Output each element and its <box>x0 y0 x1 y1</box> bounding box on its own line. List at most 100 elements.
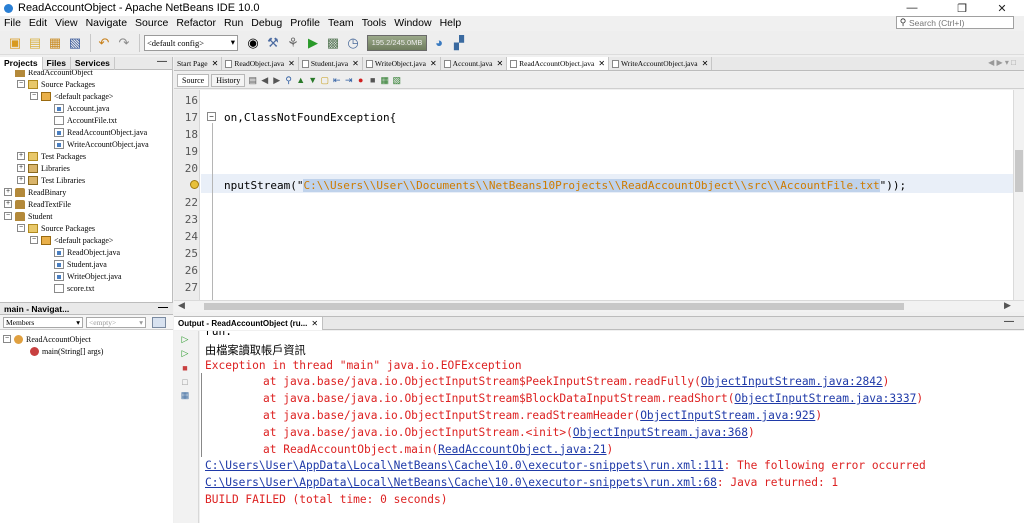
menu-edit[interactable]: Edit <box>25 17 51 29</box>
redo-icon[interactable]: ↷ <box>115 34 133 52</box>
rerun-icon[interactable]: ▷ <box>179 334 191 345</box>
menu-file[interactable]: File <box>0 17 25 29</box>
code-editor[interactable]: − 16 17 on,ClassNotFoundException{18 19 20 np… <box>174 90 1013 300</box>
tab-files[interactable]: Files <box>43 56 71 70</box>
debug-project-icon[interactable]: ▩ <box>324 34 342 52</box>
close-icon[interactable]: ✕ <box>288 59 295 68</box>
menu-window[interactable]: Window <box>390 17 435 29</box>
menu-view[interactable]: View <box>51 17 82 29</box>
scroll-right-icon[interactable]: ▶ <box>1004 300 1011 311</box>
stop-macro-icon[interactable]: ■ <box>367 75 378 86</box>
rerun-options-icon[interactable]: ▷ <box>179 348 191 359</box>
collapse-toggle[interactable]: − <box>17 224 25 232</box>
editor-horizontal-scrollbar[interactable]: ◀ ▶ <box>174 300 1024 312</box>
profile-project-icon[interactable]: ◷ <box>344 34 362 52</box>
close-icon[interactable]: ✕ <box>212 59 219 68</box>
collapse-toggle[interactable]: − <box>4 212 12 220</box>
expand-toggle[interactable]: + <box>17 152 25 160</box>
close-icon[interactable]: ✕ <box>598 59 605 68</box>
undo-icon[interactable]: ↶ <box>95 34 113 52</box>
last-edit-icon[interactable]: ▤ <box>247 75 258 86</box>
clean-build-icon[interactable]: ⚘ <box>284 34 302 52</box>
config-settings-icon[interactable]: ◉ <box>244 34 262 52</box>
minimize-button[interactable]: — <box>890 0 934 16</box>
minimize-navigator-icon[interactable]: — <box>158 302 168 313</box>
navigator-method-item[interactable]: main(String[] args) <box>30 345 103 357</box>
tree-item[interactable]: Student.java <box>43 258 107 270</box>
output-source-link[interactable]: ObjectInputStream.java:925 <box>640 409 815 422</box>
menu-profile[interactable]: Profile <box>286 17 324 29</box>
config-select[interactable]: <default config> ▾ <box>144 34 238 51</box>
tree-item[interactable]: + Test Libraries <box>17 174 85 186</box>
output-source-link[interactable]: ObjectInputStream.java:368 <box>573 426 748 439</box>
editor-tab[interactable]: Start Page ✕ <box>174 57 223 70</box>
tree-item[interactable]: ReadObject.java <box>43 246 120 258</box>
shift-right-icon[interactable]: ⇥ <box>343 75 354 86</box>
build-hammer-icon[interactable]: ⚒ <box>264 34 282 52</box>
tree-item[interactable]: WriteAccountObject.java <box>43 138 149 150</box>
expand-toggle[interactable]: + <box>4 188 12 196</box>
navigator-scope-select[interactable]: <empty> ▾ <box>86 316 146 328</box>
search-input[interactable] <box>909 17 1005 28</box>
tree-item[interactable]: score.txt <box>43 282 94 294</box>
tab-source[interactable]: Source <box>177 73 210 87</box>
menu-run[interactable]: Run <box>220 17 247 29</box>
output-source-link[interactable]: C:\Users\User\AppData\Local\NetBeans\Cac… <box>205 459 724 472</box>
tree-item[interactable]: − Student <box>4 210 52 222</box>
editor-tab[interactable]: ReadObject.java ✕ <box>222 57 299 70</box>
menu-help[interactable]: Help <box>436 17 466 29</box>
toggle-highlight-icon[interactable]: ▢ <box>319 75 330 86</box>
close-icon[interactable]: ✕ <box>430 59 437 68</box>
tree-item[interactable]: ReadAccountObject.java <box>43 126 147 138</box>
output-settings-icon[interactable]: ▦ <box>179 390 191 401</box>
new-project-icon[interactable]: ▣ <box>6 34 24 52</box>
tab-services[interactable]: Services <box>71 56 115 70</box>
tab-history[interactable]: History <box>211 73 246 87</box>
forward-icon[interactable]: ▶ <box>271 75 282 86</box>
menu-tools[interactable]: Tools <box>358 17 391 29</box>
tree-item[interactable]: WriteObject.java <box>43 270 122 282</box>
expand-toggle[interactable]: + <box>17 176 25 184</box>
editor-tab[interactable]: ReadAccountObject.java ✕ <box>507 57 610 70</box>
memory-gauge[interactable]: 195.2/245.0MB <box>367 34 427 51</box>
stop-icon[interactable]: ■ <box>179 362 191 373</box>
close-icon[interactable]: ✕ <box>311 319 318 328</box>
run-project-icon[interactable]: ▶ <box>304 34 322 52</box>
editor-vertical-scrollbar[interactable] <box>1013 90 1024 300</box>
menu-refactor[interactable]: Refactor <box>172 17 220 29</box>
minimize-output-icon[interactable]: — <box>1004 316 1014 327</box>
open-project-icon[interactable]: ▦ <box>46 34 64 52</box>
clear-output-icon[interactable]: □ <box>179 376 191 387</box>
minimize-panel-icon[interactable]: — <box>157 56 167 67</box>
editor-tab[interactable]: Account.java ✕ <box>441 57 508 70</box>
close-icon[interactable]: ✕ <box>702 59 709 68</box>
navigator-class-item[interactable]: − ReadAccountObject <box>3 333 91 345</box>
tab-projects[interactable]: Projects <box>0 56 43 70</box>
tree-item[interactable]: − Source Packages <box>17 78 95 90</box>
find-icon[interactable]: ⚲ <box>283 75 294 86</box>
tree-item[interactable]: Account.java <box>43 102 109 114</box>
tree-item[interactable]: − <default package> <box>30 90 113 102</box>
close-icon[interactable]: ✕ <box>352 59 359 68</box>
collapse-toggle[interactable]: − <box>30 236 38 244</box>
fold-toggle-icon[interactable]: − <box>207 112 216 121</box>
find-next-icon[interactable]: ▼ <box>307 75 318 86</box>
navigator-filter-icon[interactable] <box>152 316 166 328</box>
tree-item[interactable]: + Test Packages <box>17 150 86 162</box>
output-console[interactable]: run: 由檔案讀取帳戶資訊 Exception in thread "main" … <box>200 331 1024 523</box>
scroll-left-icon[interactable]: ◀ <box>178 300 185 311</box>
new-file-icon[interactable]: ▤ <box>26 34 44 52</box>
maximize-button[interactable]: ❐ <box>940 0 984 16</box>
menu-navigate[interactable]: Navigate <box>82 17 131 29</box>
output-source-link[interactable]: ReadAccountObject.java:21 <box>438 443 606 456</box>
collapse-toggle[interactable]: − <box>30 92 38 100</box>
editor-tab[interactable]: Student.java ✕ <box>299 57 363 70</box>
save-all-icon[interactable]: ▧ <box>66 34 84 52</box>
hint-bulb-icon[interactable] <box>190 180 199 189</box>
editor-tab[interactable]: WriteAccountObject.java ✕ <box>609 57 713 70</box>
close-button[interactable]: ✕ <box>980 0 1024 16</box>
output-source-link[interactable]: ObjectInputStream.java:3337 <box>734 392 916 405</box>
output-source-link[interactable]: ObjectInputStream.java:2842 <box>701 375 883 388</box>
tree-item[interactable]: AccountFile.txt <box>43 114 117 126</box>
menu-source[interactable]: Source <box>131 17 172 29</box>
